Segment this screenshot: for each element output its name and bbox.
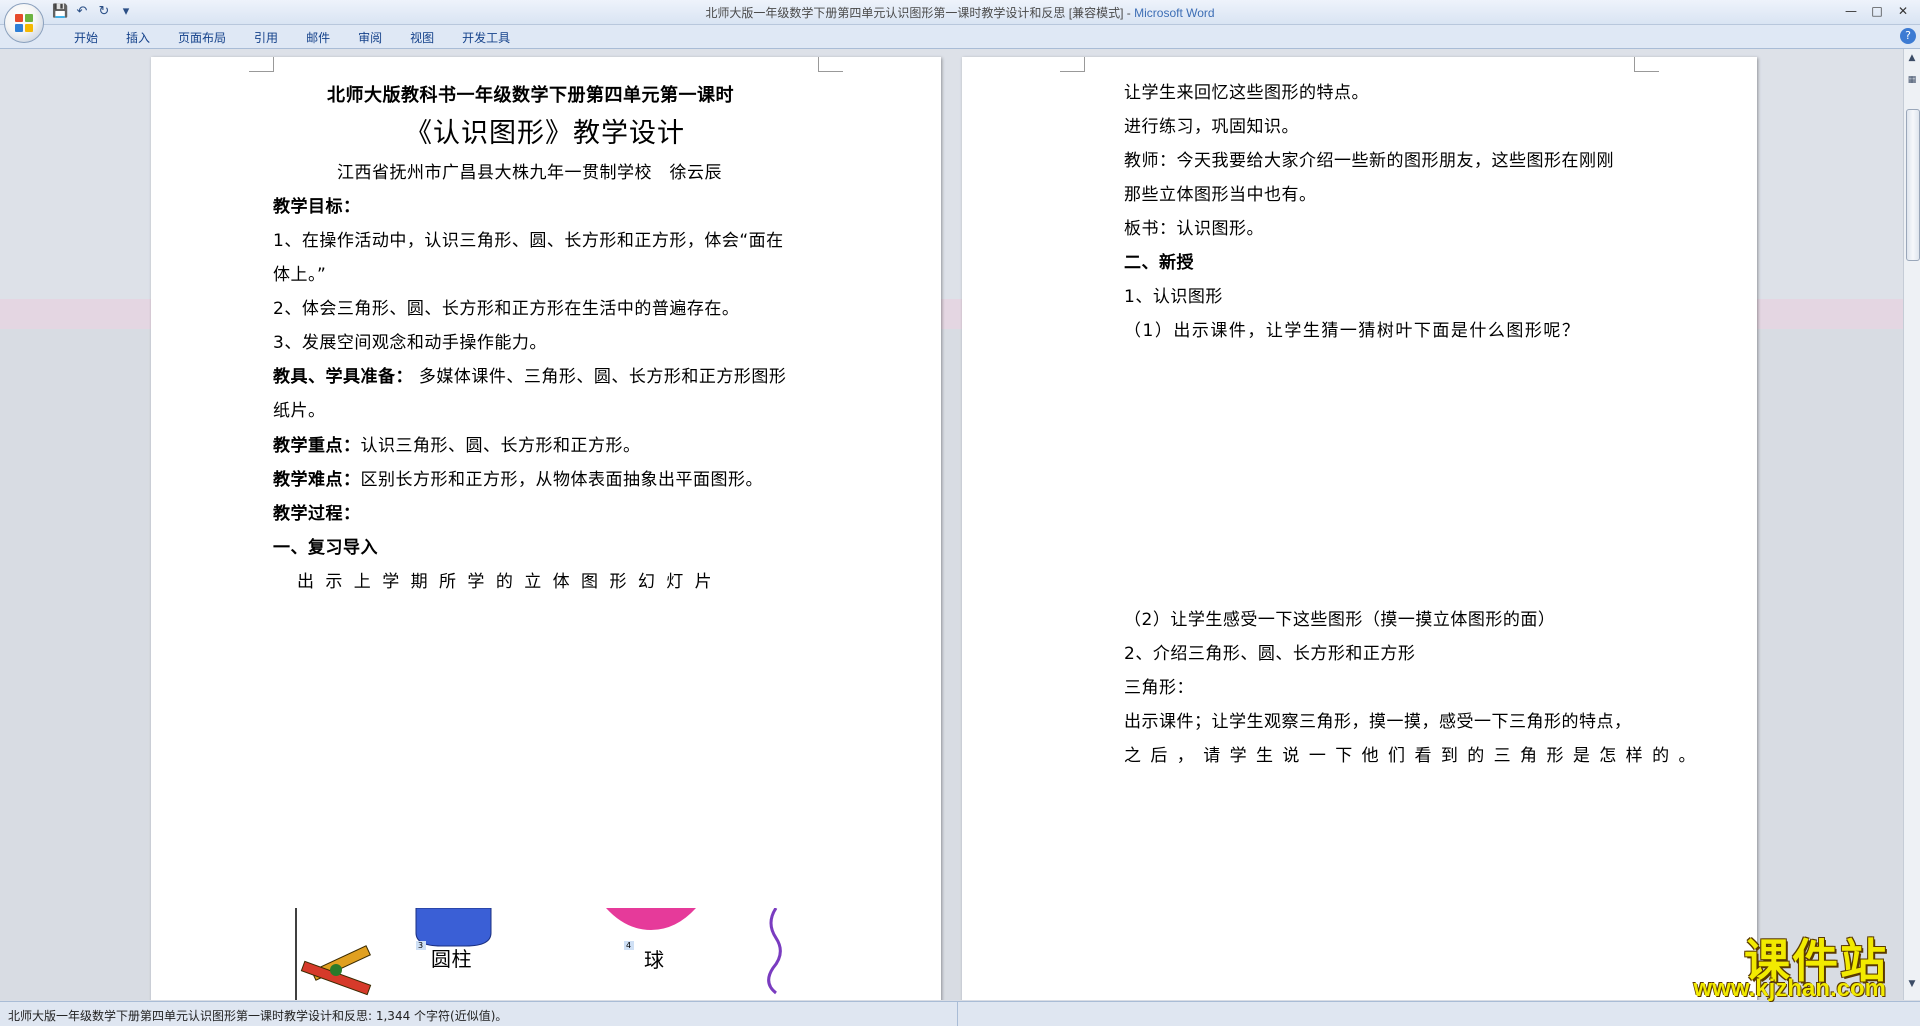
focus-label: 教学重点：	[273, 436, 361, 456]
goal-2: 2、体会三角形、圆、长方形和正方形在生活中的普遍存在。	[273, 299, 740, 319]
goal-1b: 体上。”	[273, 265, 327, 285]
solid-shapes-figure: 圆柱 3 球 4	[151, 907, 941, 1000]
watermark-logo: 课件站 www.kjzhan.com	[1650, 925, 1900, 1005]
window-title: 北师大版一年级数学下册第四单元认识图形第一课时教学设计和反思 [兼容模式] - …	[705, 6, 1215, 20]
tab-1[interactable]: 开始	[60, 28, 112, 48]
crop-mark	[1634, 57, 1659, 72]
recall-line: 让学生来回忆这些图形的特点。	[1124, 83, 1369, 103]
document-main-title: 《认识图形》教学设计	[405, 118, 685, 149]
figure-label-sphere: 球	[644, 948, 665, 972]
goal-1a: 1、在操作活动中，认识三角形、圆、长方形和正方形，体会“面在	[273, 231, 784, 251]
status-divider	[957, 1002, 958, 1026]
introduce-shapes-line: 2、介绍三角形、圆、长方形和正方形	[1124, 644, 1416, 664]
show-slides-line: 出 示 上 学 期 所 学 的 立 体 图 形 幻 灯 片	[297, 572, 715, 592]
difficulty-text: 区别长方形和正方形，从物体表面抽象出平面图形。	[360, 470, 763, 490]
goal-3: 3、发展空间观念和动手操作能力。	[273, 333, 547, 353]
section-new-lesson: 二、新授	[1124, 253, 1194, 273]
app-name: Microsoft Word	[1134, 6, 1215, 20]
tab-5[interactable]: 邮件	[292, 28, 344, 48]
tools-text-2: 纸片。	[273, 401, 326, 421]
document-author: 江西省抚州市广昌县大株九年一贯制学校 徐云辰	[337, 163, 722, 183]
crop-mark	[818, 57, 843, 72]
status-text: 北师大版一年级数学下册第四单元认识图形第一课时教学设计和反思: 1,344 个字…	[8, 1009, 508, 1023]
scroll-up-icon[interactable]: ▲	[1906, 53, 1918, 65]
figure-label-cylinder: 圆柱	[431, 947, 472, 971]
crop-mark	[249, 57, 274, 72]
tools-label: 教具、学具准备：	[273, 367, 413, 387]
ribbon-tabs: 开始 插入 页面布局 引用 邮件 审阅 视图 开发工具	[60, 28, 524, 48]
goals-heading: 教学目标：	[273, 197, 361, 217]
maximize-icon[interactable]: □	[1866, 3, 1888, 19]
office-button[interactable]	[4, 3, 44, 43]
teacher-intro-line: 教师：今天我要给大家介绍一些新的图形朋友，这些图形在刚刚	[1124, 151, 1614, 171]
guess-leaf-line: （1）出示课件，让学生猜一猜树叶下面是什么图形呢？	[1124, 321, 1581, 341]
cylinder-shape	[415, 907, 492, 947]
help-icon[interactable]: ?	[1900, 28, 1916, 44]
tab-7[interactable]: 视图	[396, 28, 448, 48]
figure-num-3: 3	[416, 941, 426, 950]
tab-3[interactable]: 页面布局	[164, 28, 240, 48]
blackboard-line: 板书：认识图形。	[1124, 219, 1264, 239]
vertical-scrollbar[interactable]: ▲ ▦ ▼	[1903, 49, 1920, 1000]
watermark-url: www.kjzhan.com	[1693, 975, 1886, 1002]
difficulty-line: 教学难点：区别长方形和正方形，从物体表面抽象出平面图形。	[273, 465, 763, 490]
tab-8[interactable]: 开发工具	[448, 28, 524, 48]
tab-2[interactable]: 插入	[112, 28, 164, 48]
figure-graphics	[295, 907, 782, 1000]
crop-mark	[1060, 57, 1085, 72]
document-workspace: 北师大版教科书一年级数学下册第四单元第一课时 《认识图形》教学设计 江西省抚州市…	[0, 49, 1903, 1000]
title-bar: 💾 ↶ ↻ ▾ 北师大版一年级数学下册第四单元认识图形第一课时教学设计和反思 […	[0, 0, 1920, 25]
status-bar: 北师大版一年级数学下册第四单元认识图形第一课时教学设计和反思: 1,344 个字…	[0, 1001, 1920, 1026]
triangle-line-1: 出示课件；让学生观察三角形，摸一摸，感受一下三角形的特点，	[1124, 712, 1632, 732]
ruler-toggle-icon[interactable]: ▦	[1906, 75, 1918, 87]
ribbon: 开始 插入 页面布局 引用 邮件 审阅 视图 开发工具 ?	[0, 25, 1920, 49]
section-review: 一、复习导入	[273, 538, 378, 558]
process-label: 教学过程：	[273, 504, 361, 524]
document-header-line: 北师大版教科书一年级数学下册第四单元第一课时	[327, 85, 734, 106]
sphere-shape	[606, 908, 696, 930]
feel-shapes-line: （2）让学生感受一下这些图形（摸一摸立体图形的面）	[1124, 610, 1556, 630]
practice-line: 进行练习，巩固知识。	[1124, 117, 1299, 137]
tools-line: 教具、学具准备： 多媒体课件、三角形、圆、长方形和正方形图形	[273, 362, 786, 387]
tab-6[interactable]: 审阅	[344, 28, 396, 48]
office-logo-icon	[15, 14, 33, 32]
scroll-down-icon[interactable]: ▼	[1906, 979, 1918, 991]
page-right[interactable]: 让学生来回忆这些图形的特点。 进行练习，巩固知识。 教师：今天我要给大家介绍一些…	[962, 57, 1757, 1000]
page-left[interactable]: 北师大版教科书一年级数学下册第四单元第一课时 《认识图形》教学设计 江西省抚州市…	[151, 57, 941, 1000]
close-icon[interactable]: ✕	[1892, 3, 1914, 19]
triangle-heading: 三角形：	[1124, 678, 1194, 698]
figure-num-4: 4	[624, 941, 634, 950]
recognize-shapes-line: 1、认识图形	[1124, 287, 1223, 307]
scrollbar-thumb[interactable]	[1906, 109, 1920, 261]
minimize-icon[interactable]: —	[1840, 3, 1862, 19]
squiggle-shape	[767, 907, 782, 995]
pencils-clipart	[300, 945, 372, 996]
tools-text: 多媒体课件、三角形、圆、长方形和正方形图形	[413, 367, 787, 387]
triangle-line-2: 之 后 ， 请 学 生 说 一 下 他 们 看 到 的 三 角 形 是 怎 样 …	[1124, 746, 1698, 766]
difficulty-label: 教学难点：	[273, 470, 361, 490]
teacher-intro-line-2: 那些立体图形当中也有。	[1124, 185, 1317, 205]
tab-4[interactable]: 引用	[240, 28, 292, 48]
window-controls: — □ ✕	[1840, 3, 1914, 19]
focus-line: 教学重点：认识三角形、圆、长方形和正方形。	[273, 431, 641, 456]
document-title: 北师大版一年级数学下册第四单元认识图形第一课时教学设计和反思 [兼容模式]	[705, 6, 1124, 20]
focus-text: 认识三角形、圆、长方形和正方形。	[360, 436, 641, 456]
